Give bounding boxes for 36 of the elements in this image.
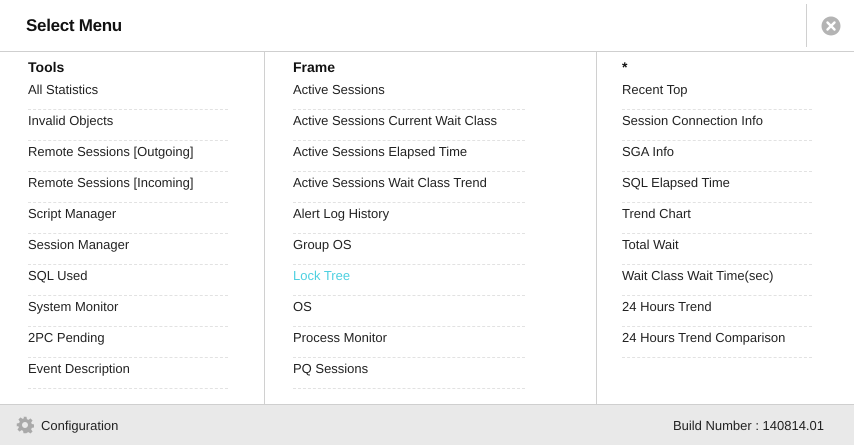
menu-item[interactable]: All Statistics [28,80,228,110]
build-number: Build Number : 140814.01 [672,418,824,432]
menu-item[interactable]: Event Description [28,359,228,389]
menu-item[interactable]: Active Sessions Elapsed Time [293,142,525,172]
column-heading: Frame [293,58,336,77]
menu-item[interactable]: Recent Top [622,80,812,110]
menu-item[interactable]: Active Sessions Current Wait Class [293,111,525,141]
menu-item[interactable]: SGA Info [622,142,812,172]
menu-item[interactable]: Invalid Objects [28,111,228,141]
menu-item[interactable]: OS [293,297,525,327]
menu-item[interactable]: Session Connection Info [622,111,812,141]
menu-item[interactable]: Group OS [293,235,525,265]
menu-item[interactable]: 24 Hours Trend Comparison [622,328,812,358]
menu-item[interactable]: Session Manager [28,235,228,265]
menu-item[interactable]: Active Sessions [293,80,525,110]
menu-item[interactable]: Alert Log History [293,204,525,234]
close-icon[interactable] [820,16,840,36]
menu-item[interactable]: Trend Chart [622,204,812,234]
menu-item[interactable]: Script Manager [28,204,228,234]
menu-item[interactable]: PQ Sessions [293,359,525,389]
column-heading: * [622,58,628,77]
menu-item[interactable]: Wait Class Wait Time(sec) [622,266,812,296]
dialog-title: Select Menu [25,15,123,37]
menu-item[interactable]: System Monitor [28,297,228,327]
menu-item[interactable]: Remote Sessions [Incoming] [28,173,228,203]
menu-item[interactable]: Remote Sessions [Outgoing] [28,142,228,172]
menu-item[interactable]: 24 Hours Trend [622,297,812,327]
gear-icon [16,416,34,434]
menu-item[interactable]: 2PC Pending [28,328,228,358]
menu-item[interactable]: Process Monitor [293,328,525,358]
menu-item[interactable]: SQL Elapsed Time [622,173,812,203]
menu-item[interactable]: SQL Used [28,266,228,296]
column-heading: Tools [28,58,66,77]
configuration-button[interactable]: Configuration [16,416,118,434]
menu-item[interactable]: Total Wait [622,235,812,265]
menu-item[interactable]: Active Sessions Wait Class Trend [293,173,525,203]
